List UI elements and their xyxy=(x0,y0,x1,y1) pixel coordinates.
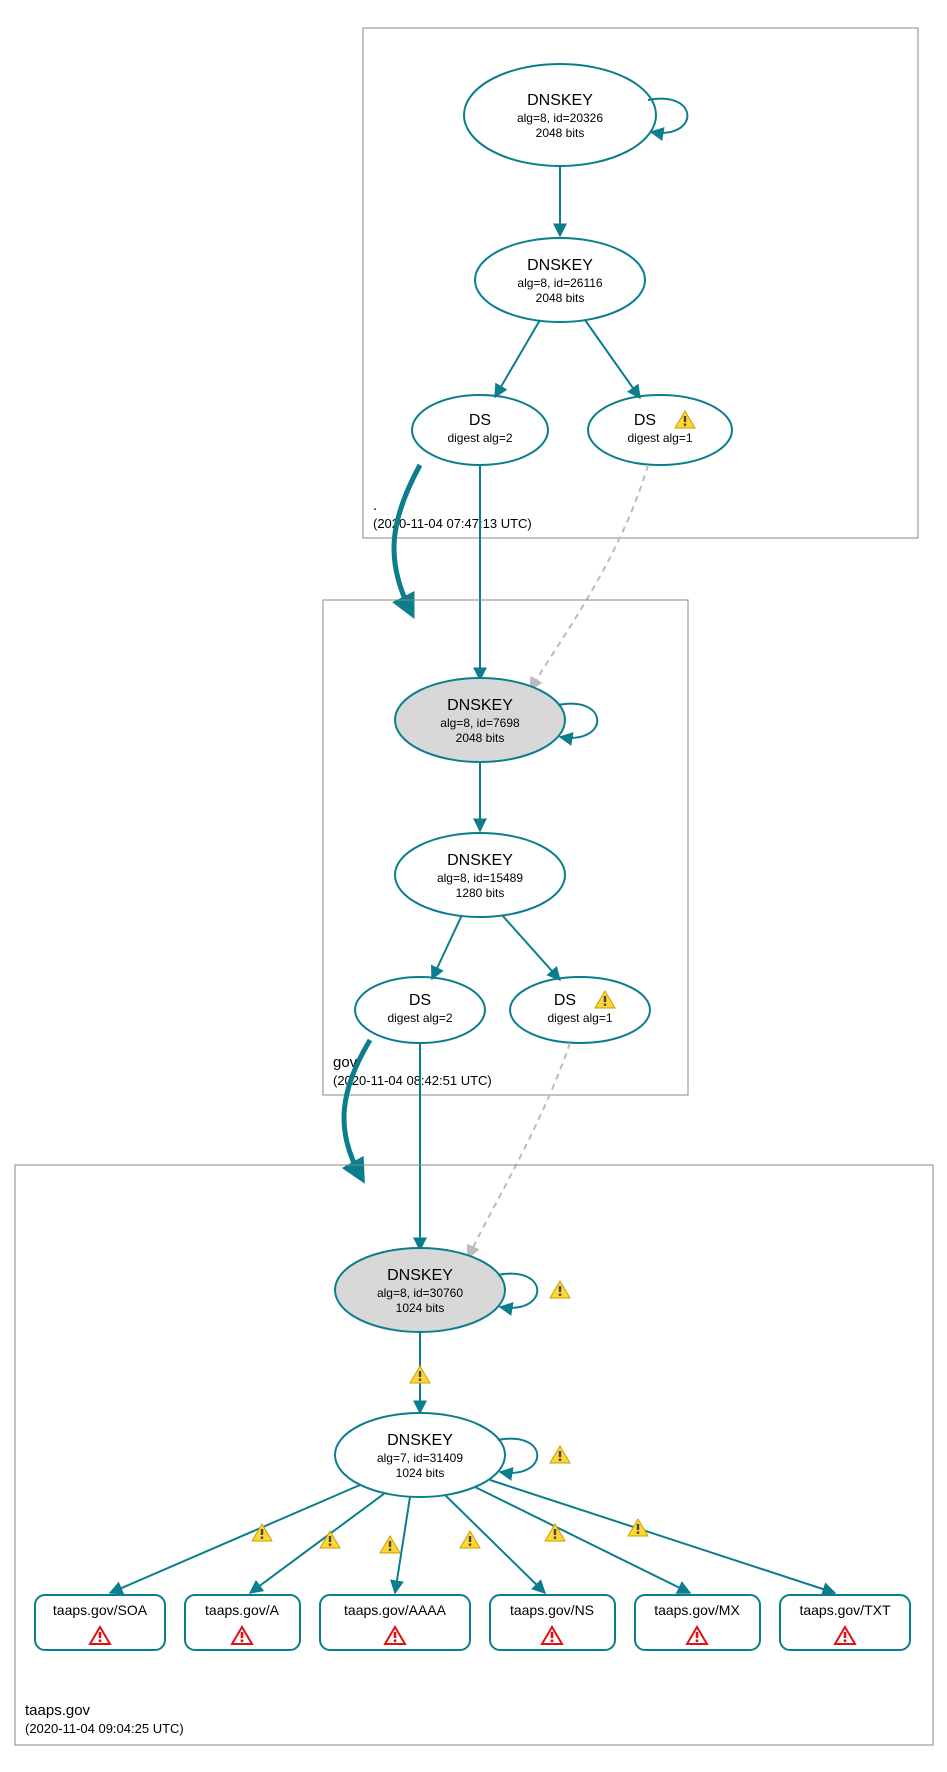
svg-text:DNSKEY: DNSKEY xyxy=(527,257,593,274)
edge-root-ds1-to-gov-ksk xyxy=(530,465,648,690)
rr-ns: taaps.gov/NS xyxy=(490,1595,615,1650)
edge-root-zsk-ds1 xyxy=(585,320,640,398)
warning-icon xyxy=(380,1536,400,1553)
zone-taaps: taaps.gov (2020-11-04 09:04:25 UTC) DNSK… xyxy=(15,1165,933,1745)
svg-text:alg=8, id=26116: alg=8, id=26116 xyxy=(517,276,603,290)
edge-gov-zsk-ds2 xyxy=(432,915,462,979)
svg-text:taaps.gov/SOA: taaps.gov/SOA xyxy=(53,1602,148,1618)
edge-zsk-txt xyxy=(490,1480,835,1593)
svg-text:taaps.gov/TXT: taaps.gov/TXT xyxy=(799,1602,890,1618)
svg-text:taaps.gov/NS: taaps.gov/NS xyxy=(510,1602,594,1618)
svg-text:alg=8, id=7698: alg=8, id=7698 xyxy=(440,716,520,730)
rr-soa: taaps.gov/SOA xyxy=(35,1595,165,1650)
warning-icon xyxy=(410,1366,430,1383)
warning-icon xyxy=(545,1524,565,1541)
node-taaps-ksk: DNSKEY alg=8, id=30760 1024 bits xyxy=(335,1248,505,1332)
warning-icon xyxy=(550,1281,570,1298)
zone-taaps-label: taaps.gov xyxy=(25,1702,91,1719)
svg-text:DNSKEY: DNSKEY xyxy=(447,697,513,714)
node-root-ksk: DNSKEY alg=8, id=20326 2048 bits xyxy=(464,64,656,166)
svg-text:DNSKEY: DNSKEY xyxy=(527,92,593,109)
svg-text:1280 bits: 1280 bits xyxy=(456,886,505,900)
svg-text:DS: DS xyxy=(634,412,656,429)
edge-zsk-mx xyxy=(475,1487,690,1593)
rr-aaaa: taaps.gov/AAAA xyxy=(320,1595,470,1650)
svg-text:DS: DS xyxy=(469,412,491,429)
node-root-zsk: DNSKEY alg=8, id=26116 2048 bits xyxy=(475,238,645,322)
svg-text:1024 bits: 1024 bits xyxy=(396,1466,445,1480)
svg-text:2048 bits: 2048 bits xyxy=(536,126,585,140)
node-taaps-zsk: DNSKEY alg=7, id=31409 1024 bits xyxy=(335,1413,505,1497)
svg-text:2048 bits: 2048 bits xyxy=(536,291,585,305)
warning-icon xyxy=(252,1524,272,1541)
rr-a: taaps.gov/A xyxy=(185,1595,300,1650)
warning-icon xyxy=(460,1531,480,1548)
svg-text:digest alg=2: digest alg=2 xyxy=(447,431,512,445)
warning-icon xyxy=(550,1446,570,1463)
svg-text:alg=7, id=31409: alg=7, id=31409 xyxy=(377,1451,463,1465)
svg-text:taaps.gov/MX: taaps.gov/MX xyxy=(654,1602,740,1618)
svg-text:alg=8, id=30760: alg=8, id=30760 xyxy=(377,1286,463,1300)
rr-mx: taaps.gov/MX xyxy=(635,1595,760,1650)
node-root-ds1: DS digest alg=1 xyxy=(588,395,732,465)
node-root-ds2: DS digest alg=2 xyxy=(412,395,548,465)
svg-text:1024 bits: 1024 bits xyxy=(396,1301,445,1315)
warning-icon xyxy=(628,1519,648,1536)
zone-root-label: . xyxy=(373,497,377,514)
svg-text:alg=8, id=20326: alg=8, id=20326 xyxy=(517,111,603,125)
zone-gov: gov (2020-11-04 08:42:51 UTC) DNSKEY alg… xyxy=(323,600,688,1095)
svg-text:taaps.gov/AAAA: taaps.gov/AAAA xyxy=(344,1602,447,1618)
zone-taaps-time: (2020-11-04 09:04:25 UTC) xyxy=(25,1721,184,1736)
node-gov-ds1: DS digest alg=1 xyxy=(510,977,650,1043)
svg-text:digest alg=1: digest alg=1 xyxy=(547,1011,612,1025)
node-gov-ds2: DS digest alg=2 xyxy=(355,977,485,1043)
node-gov-zsk: DNSKEY alg=8, id=15489 1280 bits xyxy=(395,833,565,917)
svg-text:DNSKEY: DNSKEY xyxy=(387,1432,453,1449)
svg-text:taaps.gov/A: taaps.gov/A xyxy=(205,1602,280,1618)
svg-text:digest alg=1: digest alg=1 xyxy=(627,431,692,445)
node-gov-ksk: DNSKEY alg=8, id=7698 2048 bits xyxy=(395,678,565,762)
zone-root: . (2020-11-04 07:47:13 UTC) DNSKEY alg=8… xyxy=(363,28,918,538)
svg-text:alg=8, id=15489: alg=8, id=15489 xyxy=(437,871,523,885)
svg-text:2048 bits: 2048 bits xyxy=(456,731,505,745)
svg-text:DNSKEY: DNSKEY xyxy=(447,852,513,869)
edge-zsk-a xyxy=(250,1493,385,1593)
svg-text:digest alg=2: digest alg=2 xyxy=(387,1011,452,1025)
edge-zsk-ns xyxy=(445,1495,545,1593)
edge-root-zsk-ds2 xyxy=(495,320,540,397)
edge-gov-zsk-ds1 xyxy=(502,915,560,980)
rr-txt: taaps.gov/TXT xyxy=(780,1595,910,1650)
svg-text:DS: DS xyxy=(554,992,576,1009)
svg-text:DNSKEY: DNSKEY xyxy=(387,1267,453,1284)
zone-gov-time: (2020-11-04 08:42:51 UTC) xyxy=(333,1073,492,1088)
edge-zsk-aaaa xyxy=(395,1497,410,1593)
svg-text:DS: DS xyxy=(409,992,431,1009)
